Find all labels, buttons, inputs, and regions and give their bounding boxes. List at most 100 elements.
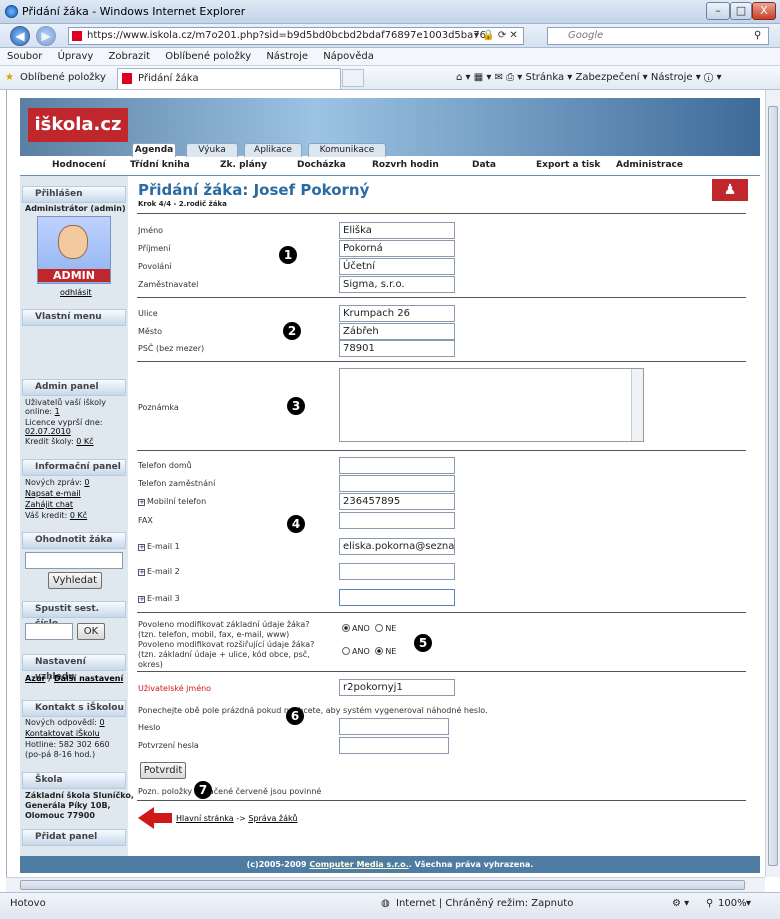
- forward-button[interactable]: ▶: [36, 26, 56, 46]
- zone-settings-icon[interactable]: ⚙ ▾: [672, 893, 689, 915]
- rate-search-button[interactable]: Vyhledat: [48, 572, 102, 589]
- rate-search-input[interactable]: [25, 552, 123, 569]
- input-heslo2[interactable]: [339, 737, 449, 754]
- permission-basic-radios: ANO NE: [342, 624, 396, 633]
- maximize-button[interactable]: □: [730, 2, 752, 20]
- input-username[interactable]: r2pokornyj1: [339, 679, 455, 696]
- input-fax[interactable]: [339, 512, 455, 529]
- input-psc[interactable]: 78901: [339, 340, 455, 357]
- contact-answers-count[interactable]: 0: [100, 718, 105, 727]
- vertical-scrollbar[interactable]: [765, 90, 780, 877]
- active-tab[interactable]: Přidání žáka: [117, 68, 341, 89]
- nav-data[interactable]: Data: [472, 160, 496, 170]
- feeds-icon[interactable]: ▦ ▾: [474, 72, 495, 83]
- note-textarea[interactable]: [339, 368, 644, 442]
- tab-agenda[interactable]: Agenda: [132, 143, 176, 157]
- admin-credit-value[interactable]: 0 Kč: [76, 437, 93, 446]
- logout-link[interactable]: odhlásit: [60, 288, 92, 298]
- search-input[interactable]: Google: [547, 27, 769, 45]
- breadcrumb-home[interactable]: Hlavní stránka: [176, 814, 234, 823]
- nav-dochazka[interactable]: Docházka: [297, 160, 346, 170]
- radio-ext-ano[interactable]: [342, 647, 350, 655]
- expand-email2-icon[interactable]: +: [138, 569, 145, 576]
- input-ulice[interactable]: Krumpach 26: [339, 305, 455, 322]
- section-divider: [137, 450, 746, 451]
- nav-zk-plany[interactable]: Zk. plány: [220, 160, 267, 170]
- address-actions-icon[interactable]: ▾ 🔒 ⟳ ✕: [474, 30, 518, 41]
- submit-button[interactable]: Potvrdit: [140, 762, 186, 779]
- horizontal-scroll-thumb[interactable]: [20, 880, 745, 890]
- input-jmeno[interactable]: Eliška: [339, 222, 455, 239]
- serial-ok-button[interactable]: OK: [77, 623, 105, 640]
- menu-file[interactable]: Soubor: [7, 51, 42, 62]
- expand-email1-icon[interactable]: +: [138, 544, 145, 551]
- expand-mobil-icon[interactable]: +: [138, 499, 145, 506]
- radio-ext-ne[interactable]: [375, 647, 384, 655]
- footer-company-link[interactable]: Computer Media s.r.o.: [309, 860, 408, 869]
- input-zamestnavatel[interactable]: Sigma, s.r.o.: [339, 276, 455, 293]
- globe-icon: ◍: [381, 898, 390, 909]
- command-menus[interactable]: Stránka ▾ Zabezpečení ▾ Nástroje ▾: [526, 72, 701, 83]
- search-icon[interactable]: ⚲: [754, 30, 761, 41]
- add-panel-button[interactable]: Přidat panel: [22, 829, 126, 846]
- expand-email3-icon[interactable]: +: [138, 596, 145, 603]
- textarea-scrollbar[interactable]: [631, 369, 643, 441]
- password-hint: Ponechejte obě pole prázdná pokud nechce…: [138, 706, 488, 715]
- horizontal-scrollbar[interactable]: [6, 877, 765, 892]
- input-povolani[interactable]: Účetní: [339, 258, 455, 275]
- theme-azur-link[interactable]: Azur: [25, 674, 46, 683]
- menu-view[interactable]: Zobrazit: [109, 51, 151, 62]
- start-chat-link[interactable]: Zahájit chat: [25, 500, 73, 510]
- info-credit-value[interactable]: 0 Kč: [70, 511, 87, 520]
- nav-tridni-kniha[interactable]: Třídní kniha: [130, 160, 190, 170]
- home-icon[interactable]: ⌂ ▾: [456, 72, 474, 83]
- tab-aplikace[interactable]: Aplikace: [244, 143, 302, 157]
- input-tel-domu[interactable]: [339, 457, 455, 474]
- nav-administrace[interactable]: Administrace: [616, 160, 683, 170]
- input-mesto[interactable]: Zábřeh: [339, 323, 455, 340]
- close-button[interactable]: X: [752, 2, 776, 20]
- back-arrow-icon[interactable]: [138, 807, 154, 829]
- back-arrow-shaft-icon[interactable]: [154, 813, 172, 823]
- zoom-icon[interactable]: ⚲: [706, 893, 713, 915]
- minimize-button[interactable]: –: [706, 2, 730, 20]
- avatar-label: ADMIN: [38, 269, 110, 282]
- radio-basic-ano[interactable]: [342, 624, 350, 632]
- breadcrumb-students[interactable]: Správa žáků: [248, 814, 297, 823]
- serial-input[interactable]: [25, 623, 73, 640]
- input-prijmeni[interactable]: Pokorná: [339, 240, 455, 257]
- admin-online-count[interactable]: 1: [55, 407, 60, 416]
- menu-favorites[interactable]: Oblíbené položky: [165, 51, 251, 62]
- help-icon[interactable]: ⓘ ▾: [704, 72, 722, 83]
- input-email2[interactable]: [339, 563, 455, 580]
- print-icon[interactable]: ⎙ ▾: [506, 72, 525, 83]
- back-button[interactable]: ◀: [10, 26, 30, 46]
- send-email-link[interactable]: Napsat e-mail: [25, 489, 81, 499]
- menu-edit[interactable]: Úpravy: [58, 51, 94, 62]
- input-tel-zam[interactable]: [339, 475, 455, 492]
- contact-link[interactable]: Kontaktovat iŠkolu: [25, 729, 100, 739]
- new-tab-button[interactable]: [342, 69, 364, 87]
- info-msgs-count[interactable]: 0: [84, 478, 89, 487]
- zoom-dropdown-icon[interactable]: ▾: [746, 893, 751, 915]
- nav-export[interactable]: Export a tisk: [536, 160, 600, 170]
- input-mobil[interactable]: 236457895: [339, 493, 455, 510]
- zoom-level[interactable]: 100%: [718, 893, 747, 915]
- admin-license-date[interactable]: 02.07.2010: [25, 427, 71, 437]
- address-bar[interactable]: https://www.iskola.cz/m7o201.php?sid=b9d…: [68, 27, 524, 45]
- menu-tools[interactable]: Nástroje: [266, 51, 308, 62]
- nav-hodnoceni[interactable]: Hodnocení: [52, 160, 106, 170]
- input-heslo[interactable]: [339, 718, 449, 735]
- tab-komunikace[interactable]: Komunikace: [308, 143, 386, 157]
- radio-basic-ne[interactable]: [375, 624, 384, 632]
- tab-vyuka[interactable]: Výuka: [186, 143, 238, 157]
- mail-icon[interactable]: ✉: [495, 72, 507, 83]
- site-logo[interactable]: iškola.cz: [28, 108, 128, 142]
- favorites-button[interactable]: Oblíbené položky: [20, 66, 106, 90]
- nav-rozvrh[interactable]: Rozvrh hodin: [372, 160, 439, 170]
- more-settings-link[interactable]: Další nastavení: [54, 674, 123, 683]
- input-email3[interactable]: [339, 589, 455, 606]
- menu-help[interactable]: Nápověda: [323, 51, 374, 62]
- input-email1[interactable]: eliska.pokorna@seznam.cz: [339, 538, 455, 555]
- vertical-scroll-thumb[interactable]: [768, 106, 778, 866]
